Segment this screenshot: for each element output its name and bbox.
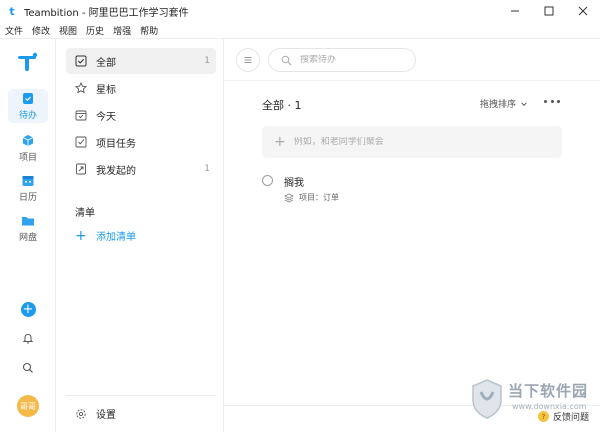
quick-add-input[interactable] — [293, 137, 544, 147]
list-title: 全部 · 1 — [262, 99, 302, 112]
close-button[interactable] — [566, 0, 600, 22]
todo-nav-panel: 全部 1 星标 今天 项目任务 我发起的 1 清单 + 添加清单 设置 — [56, 39, 224, 432]
rail-item-label: 待办 — [18, 110, 37, 121]
chevron-down-icon — [521, 101, 527, 106]
menu-edit[interactable]: 修改 — [32, 24, 50, 37]
gear-icon — [76, 408, 86, 419]
checkbox-icon — [75, 55, 87, 67]
folder-icon — [22, 216, 34, 225]
quick-add-task: + — [262, 126, 562, 158]
nav-item-count: 1 — [204, 164, 210, 174]
menu-enhance[interactable]: 增强 — [113, 24, 131, 37]
maximize-icon — [544, 6, 554, 16]
project-cube-icon — [22, 134, 34, 146]
nav-divider — [66, 395, 216, 396]
sidebar-toggle-button[interactable] — [236, 48, 260, 72]
search-box — [268, 48, 416, 72]
rail-item-label: 网盘 — [18, 232, 37, 243]
nav-item-label: 全部 — [96, 57, 116, 69]
watermark-title: 当下软件园 — [508, 382, 589, 400]
nav-item-label: 我发起的 — [96, 165, 136, 177]
search-icon[interactable] — [22, 362, 34, 374]
menu-bar: 文件 修改 视图 历史 增强 帮助 — [0, 22, 600, 39]
more-dot — [550, 99, 554, 103]
layers-icon — [284, 193, 294, 202]
nav-item-label: 今天 — [96, 111, 116, 123]
nav-item-all[interactable]: 全部 1 — [66, 48, 216, 74]
search-icon — [281, 55, 292, 65]
task-item[interactable]: 搁我 项目：订单 — [262, 173, 562, 207]
rail-item-project[interactable]: 项目 — [8, 131, 48, 165]
close-icon — [578, 6, 588, 16]
sort-dropdown[interactable]: 拖拽排序 — [480, 97, 528, 110]
window-controls — [498, 0, 600, 22]
add-list-label: 添加清单 — [96, 232, 136, 243]
nav-item-label: 项目任务 — [96, 138, 136, 150]
rail-bell-wrap — [0, 332, 56, 344]
todo-icon — [23, 92, 33, 104]
menu-file[interactable]: 文件 — [5, 24, 23, 37]
minimize-button[interactable] — [498, 0, 532, 22]
rail-search-wrap — [0, 362, 56, 374]
hamburger-icon — [244, 57, 252, 63]
settings-button[interactable]: 设置 — [75, 406, 116, 421]
rail-avatar-wrap: 哥哥 — [0, 395, 56, 417]
more-options-button[interactable] — [544, 95, 560, 107]
menu-help[interactable]: 帮助 — [140, 24, 158, 37]
more-dot — [557, 99, 560, 103]
plus-icon: + — [75, 227, 87, 244]
nav-item-project-tasks[interactable]: 项目任务 — [66, 129, 216, 155]
rail-add-wrap: + — [0, 302, 56, 317]
window-title: Teambition - 阿里巴巴工作学习套件 — [24, 7, 189, 19]
star-icon — [75, 82, 87, 94]
feedback-button[interactable]: ? 反馈问题 — [538, 410, 589, 423]
task-name: 搁我 — [284, 178, 304, 189]
calendar-today-icon — [75, 110, 87, 121]
title-bar: t Teambition - 阿里巴巴工作学习套件 — [0, 0, 600, 22]
avatar[interactable]: 哥哥 — [17, 395, 39, 417]
rail-item-todo[interactable]: 待办 — [8, 89, 48, 123]
nav-item-count: 1 — [204, 56, 210, 66]
nav-item-label: 星标 — [96, 84, 116, 96]
main-toolbar — [224, 39, 600, 81]
add-list-button[interactable]: + 添加清单 — [75, 227, 136, 244]
minimize-icon — [511, 10, 519, 12]
rail-item-label: 项目 — [18, 152, 37, 163]
rail-item-label: 日历 — [18, 192, 37, 203]
lists-section-title: 清单 — [75, 208, 95, 219]
settings-label: 设置 — [96, 410, 116, 421]
nav-item-today[interactable]: 今天 — [66, 102, 216, 128]
task-complete-checkbox[interactable] — [262, 175, 273, 186]
task-meta: 项目：订单 — [284, 192, 339, 203]
send-icon — [76, 163, 86, 175]
sort-label: 拖拽排序 — [480, 100, 517, 110]
calendar-icon — [22, 175, 34, 186]
nav-item-starred[interactable]: 星标 — [66, 75, 216, 101]
feedback-icon: ? — [538, 411, 549, 422]
rail-item-drive[interactable]: 网盘 — [8, 211, 48, 245]
menu-history[interactable]: 历史 — [86, 24, 104, 37]
add-button[interactable]: + — [20, 302, 36, 317]
more-dot — [544, 99, 547, 103]
app-rail: 待办 项目 日历 网盘 + 哥哥 — [0, 39, 56, 432]
app-logo-icon: t — [9, 4, 15, 18]
feedback-label: 反馈问题 — [553, 413, 590, 423]
teambition-logo-icon — [18, 52, 38, 71]
menu-view[interactable]: 视图 — [59, 24, 77, 37]
rail-item-calendar[interactable]: 日历 — [8, 171, 48, 205]
task-check-icon — [75, 136, 87, 148]
search-input[interactable] — [300, 55, 400, 65]
nav-item-created-by-me[interactable]: 我发起的 1 — [66, 156, 216, 182]
maximize-button[interactable] — [532, 0, 566, 22]
task-project-label: 项目：订单 — [299, 193, 339, 202]
bell-icon[interactable] — [22, 332, 34, 344]
watermark-logo-icon — [472, 379, 502, 419]
plus-icon: + — [274, 134, 286, 150]
